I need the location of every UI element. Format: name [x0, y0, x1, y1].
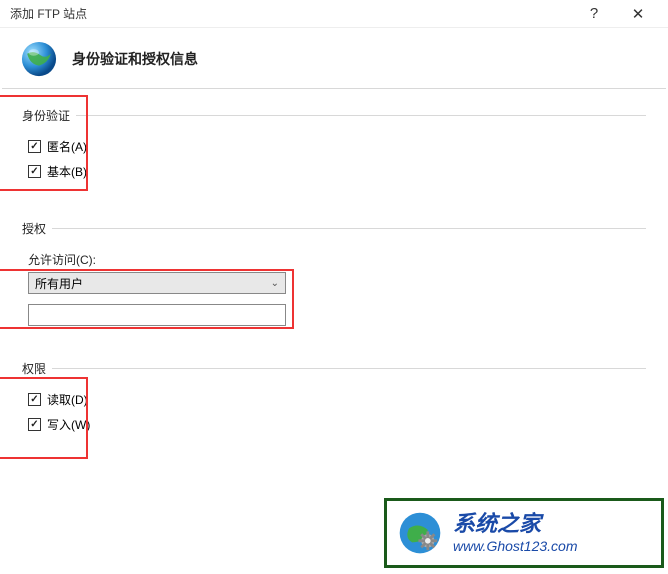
auth-legend: 身份验证: [22, 107, 76, 124]
authorization-legend: 授权: [22, 220, 52, 237]
checkbox-icon: [28, 393, 41, 406]
watermark-title: 系统之家: [453, 511, 578, 537]
checkbox-anonymous[interactable]: 匿名(A): [28, 138, 646, 155]
chevron-down-icon: ⌄: [271, 278, 279, 289]
titlebar: 添加 FTP 站点 ? ✕: [0, 0, 668, 28]
checkbox-icon: [28, 140, 41, 153]
allow-access-label: 允许访问(C):: [28, 251, 646, 268]
gear-globe-icon: [395, 508, 445, 558]
globe-icon: [18, 38, 60, 80]
checkbox-read[interactable]: 读取(D): [28, 391, 646, 408]
auth-group: 身份验证 匿名(A) 基本(B): [22, 107, 646, 188]
authorization-group: 授权 允许访问(C): 所有用户 ⌄: [22, 220, 646, 344]
watermark: 系统之家 www.Ghost123.com: [384, 498, 664, 568]
checkbox-icon: [28, 165, 41, 178]
page-title: 身份验证和授权信息: [72, 49, 198, 69]
close-button[interactable]: ✕: [616, 0, 660, 28]
checkbox-label: 基本(B): [47, 163, 87, 180]
checkbox-write[interactable]: 写入(W): [28, 416, 646, 433]
watermark-url: www.Ghost123.com: [453, 538, 578, 555]
allow-access-textbox[interactable]: [28, 304, 286, 326]
header: 身份验证和授权信息: [0, 28, 668, 88]
content-area: 身份验证 匿名(A) 基本(B) 授权 允许访问(C): 所有用户 ⌄ 权限 读…: [0, 89, 668, 441]
select-value: 所有用户: [35, 275, 83, 292]
allow-access-select[interactable]: 所有用户 ⌄: [28, 272, 286, 294]
help-button[interactable]: ?: [572, 0, 616, 28]
permissions-group: 权限 读取(D) 写入(W): [22, 360, 646, 441]
checkbox-basic[interactable]: 基本(B): [28, 163, 646, 180]
checkbox-icon: [28, 418, 41, 431]
checkbox-label: 匿名(A): [47, 138, 87, 155]
checkbox-label: 写入(W): [47, 416, 90, 433]
window-title: 添加 FTP 站点: [10, 5, 572, 22]
permissions-legend: 权限: [22, 360, 52, 377]
checkbox-label: 读取(D): [47, 391, 88, 408]
